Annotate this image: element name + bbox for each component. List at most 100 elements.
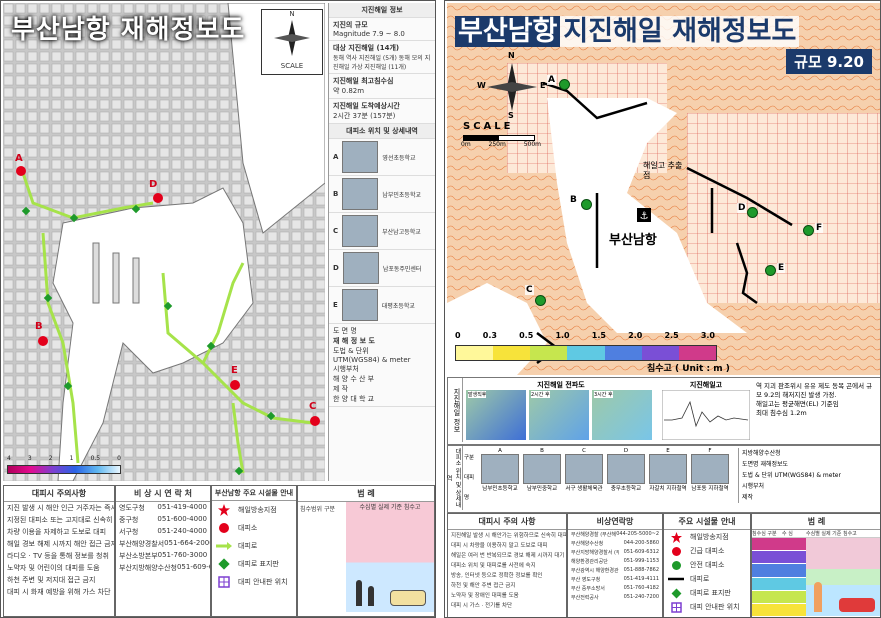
route-arrow-icon [216, 540, 232, 552]
propagation-maps: 발생직후 2시간 후 3시간 후 [466, 390, 652, 440]
shelter-marker-f[interactable] [803, 225, 814, 236]
caution-header: 대피시 주의사항 [4, 486, 114, 502]
scale-label: SCALE [463, 121, 514, 132]
legend-body [752, 538, 880, 617]
contact-row: 부산지방해양경찰서 (부산해양경비안전서)051-609-6312 [571, 549, 659, 556]
compass-w: W [477, 81, 486, 90]
legend-right-label: 수심별 실제 기준 침수고 [359, 504, 421, 511]
svg-text:⚓: ⚓ [640, 211, 649, 222]
doc-name-label: 도 면 명 [333, 327, 357, 335]
person-icon [356, 580, 362, 606]
shelter-col[interactable]: F 남포동 지하철역 [690, 448, 730, 492]
shelter-row[interactable]: C 부산남고등학교 [329, 213, 435, 250]
shelter-photo [342, 141, 379, 173]
shelter-row[interactable]: A 영선초등학교 [329, 139, 435, 176]
left-disaster-map-panel: 4 3 2 1 0.5 0 A B C D E 부산남항 재해정보도 N SCA… [0, 0, 436, 618]
shelter-photo [341, 289, 378, 321]
contact-row: 해양환경관리공단 051-999-1153 [571, 558, 659, 565]
pier [132, 257, 140, 304]
shelter-marker-e[interactable] [765, 265, 776, 276]
shelter-name: 대평초등학교 [381, 302, 415, 310]
scale-ticks: 0m 250m 500m [461, 141, 541, 148]
tsunami-height-title: 지진해일고 [689, 381, 723, 389]
marker-label-f: F [815, 223, 824, 233]
marker-label-b: B [35, 321, 43, 332]
caution-line: 라디오 · TV 등을 통해 정보를 청취 [7, 552, 109, 560]
left-contact-box: 비 상 시 연 락 처 영도구청 051-419-4000 중구청 051-600-… [115, 485, 211, 617]
contact-row: 부산 영도구청 051-419-4111 [571, 576, 659, 583]
shelter-col[interactable]: B 남부민중학교 [522, 448, 562, 492]
place-label: 부산남항 [609, 233, 657, 248]
facility-row: 대피 안내판 위치 [212, 573, 296, 591]
shelter-photo [342, 178, 379, 210]
agency: 해 양 수 산 부 [333, 375, 375, 383]
shelter-marker[interactable] [38, 336, 48, 346]
shelters-header: 대피소 위치 및 상세내역 [329, 124, 435, 139]
contact-header: 비 상 시 연 락 처 [116, 486, 210, 502]
right-contact-box: 비상연락망 부산해양경찰 (부산해양경비안전서)044-205-5000~2 부… [567, 513, 663, 617]
info-label: 대상 지진해일 (14개) [333, 44, 400, 52]
depth-tick: 4 [7, 455, 11, 462]
shelter-row[interactable]: B 남부민초등학교 [329, 176, 435, 213]
info-note: 해일고는 평균해면(EL) 기준임 [756, 400, 839, 408]
shelter-col[interactable]: A 남부민초등학교 [480, 448, 520, 492]
caution-line: 해일 경보 해제 시까지 해안 접근 금지 [7, 540, 115, 548]
contact-header: 비상연락망 [568, 514, 662, 530]
info-value: 2시간 37분 (157분) [333, 112, 396, 120]
shelter-columns: A 남부민초등학교 B 남부민중학교 C 서구 생활체육관 D 충무초등학교 E 자갈치 … [480, 448, 730, 492]
shelter-marker[interactable] [153, 193, 163, 203]
caution-line: 차량 이용을 자제하고 도보로 대피 [7, 528, 107, 536]
depth-tick: 1 [69, 455, 74, 462]
shelter-marker-c[interactable] [535, 295, 546, 306]
shelter-marker[interactable] [16, 166, 26, 176]
shelter-row[interactable]: D 남포동주민센터 [329, 250, 435, 287]
star-icon [216, 504, 232, 516]
marker-label-c: C [525, 285, 534, 295]
legend-illustration: 수심별 실제 기준 침수고 [346, 502, 434, 612]
right-legend-box: 범 례 침수심 구분 수 심 수심별 실제 기준 침수고 [751, 513, 880, 617]
depth-tick: 3 [27, 455, 32, 462]
shelter-marker[interactable] [230, 380, 240, 390]
facility-row: 대피로 표지판 [664, 586, 750, 600]
pier [92, 242, 100, 304]
marker-label-e: E [231, 365, 238, 376]
shelter-marker-b[interactable] [581, 199, 592, 210]
shelter-marker-d[interactable] [747, 207, 758, 218]
contact-row: 부산소방본부 051-760-3000 [119, 551, 208, 560]
compass-e: E [540, 81, 546, 90]
title-part-1: 부산남항 [455, 16, 561, 47]
shelter-row[interactable]: E 대평초등학교 [329, 287, 435, 324]
facility-header: 주요 시설물 안내 [664, 514, 750, 530]
shelter-col[interactable]: E 자갈치 지하철역 [648, 448, 688, 492]
shelter-id: C [333, 227, 339, 235]
caution-line: 지진 발생 시 해안 인근 거주자는 즉시 대피 [7, 504, 114, 512]
caution-line: 하천 주변 및 저지대 접근 금지 [7, 576, 96, 584]
tsunami-height-graph [662, 390, 750, 440]
left-map[interactable]: 4 3 2 1 0.5 0 A B C D E 부산남항 재해정보도 N SCA… [3, 3, 325, 481]
right-map[interactable]: ⚓ A B C D E F 부산남항 해일고 추출점 부산남항 지진해일 재해정보… [447, 3, 880, 375]
car-icon [390, 590, 426, 606]
depth-tick-labels: 4 3 2 1 0.5 0 [7, 455, 121, 462]
info-value: 동해 역사 지진해일 (5개) 동해 모의 지진해일 가상 지진해일 (11개) [333, 55, 431, 71]
compass-s: S [508, 111, 514, 120]
compass-n-label: N [289, 10, 295, 18]
doc-meta-right: 지방해양수산청 도면명 재해정보도 도법 & 단위 UTM(WGS84) & m… [738, 448, 880, 503]
projection: UTM(WGS84) & meter [333, 356, 411, 364]
shelter-col[interactable]: C 서구 생활체육관 [564, 448, 604, 492]
source-point-label: 해일고 추출점 [643, 161, 683, 180]
propagation-title: 지진해일 전파도 [537, 381, 585, 389]
marker-label-a: A [547, 75, 556, 85]
caution-line: 노약자 및 어린이의 대피를 도움 [7, 564, 100, 572]
left-caution-box: 대피시 주의사항 지진 발생 시 해안 인근 거주자는 즉시 대피 지정된 대피… [3, 485, 115, 617]
shelter-id: E [333, 301, 338, 309]
left-map-title: 부산남항 재해정보도 [11, 15, 246, 45]
compass-rose-icon [487, 63, 537, 111]
agency-label: 시행부처 [333, 365, 359, 373]
shelter-marker-a[interactable] [559, 79, 570, 90]
shelter-name: 부산남고등학교 [382, 228, 421, 236]
shelter-photo [342, 252, 379, 284]
marker-label-c: C [309, 401, 317, 412]
shelter-col[interactable]: D 충무초등학교 [606, 448, 646, 492]
facility-row: 대피소 [212, 519, 296, 537]
shelter-marker[interactable] [310, 416, 320, 426]
